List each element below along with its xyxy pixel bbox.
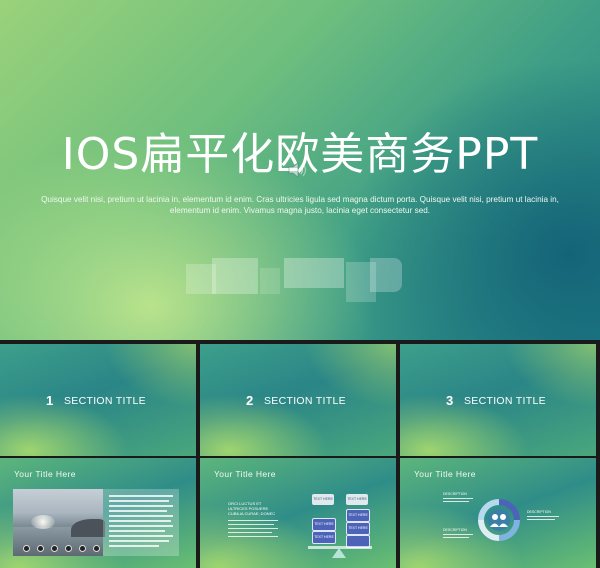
cycle-diagram-icon — [478, 499, 520, 541]
content-slide-1[interactable]: Your Title Here — [0, 458, 196, 568]
landscape-photo — [13, 489, 105, 556]
section-number: 1 — [46, 393, 54, 408]
slide-title: Your Title Here — [214, 469, 276, 479]
text-panel — [103, 489, 179, 556]
description-label: DESCRIPTION — [527, 510, 551, 514]
blurred-graphic — [186, 258, 402, 302]
hero-subtitle: Quisque velit nisi, pretium ut lacinia i… — [41, 195, 559, 215]
content-slide-2[interactable]: Your Title Here ORCI LUCTUS ET ULTRICES … — [200, 458, 396, 568]
diagram-tag: TEXT HERE — [312, 531, 336, 544]
slide-title: Your Title Here — [14, 469, 76, 479]
playback-controls[interactable] — [23, 545, 100, 552]
section-slide-1[interactable]: 1 SECTION TITLE — [0, 344, 196, 456]
section-slide-2[interactable]: 2 SECTION TITLE — [200, 344, 396, 456]
slide-title: Your Title Here — [414, 469, 476, 479]
diagram-tag: TEXT HERE — [346, 494, 368, 505]
diagram-tag: TEXT HERE — [312, 518, 336, 531]
section-number: 3 — [446, 393, 454, 408]
hero-slide[interactable]: IOS扁平化欧美商务PPT Quisque velit nisi, pretiu… — [0, 0, 600, 340]
fulcrum-icon — [332, 548, 346, 558]
speaker-icon[interactable] — [287, 160, 309, 180]
section-number: 2 — [246, 393, 254, 408]
section-slide-3[interactable]: 3 SECTION TITLE — [400, 344, 596, 456]
diagram-heading: ORCI LUCTUS ET ULTRICES POSUERE CUBILIA … — [228, 501, 276, 516]
diagram-tag: TEXT HERE — [346, 509, 370, 522]
description-label: DESCRIPTION — [443, 528, 467, 532]
section-title: SECTION TITLE — [264, 395, 346, 407]
diagram-tag: TEXT HERE — [312, 494, 334, 505]
section-title: SECTION TITLE — [64, 395, 146, 407]
description-label: DESCRIPTION — [443, 492, 467, 496]
diagram-tag: TEXT HERE — [346, 522, 370, 535]
content-slide-3[interactable]: Your Title Here DESCRIPTION DESCRIPTION … — [400, 458, 596, 568]
section-title: SECTION TITLE — [464, 395, 546, 407]
